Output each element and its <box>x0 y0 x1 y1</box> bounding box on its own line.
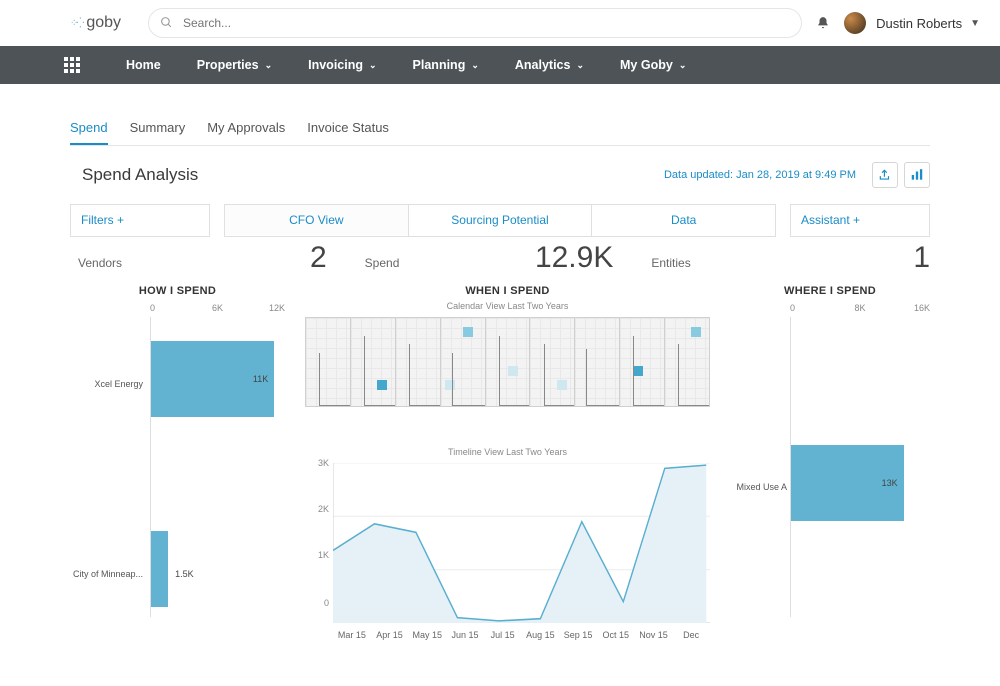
bar-minneap[interactable] <box>151 531 168 607</box>
timeline-title: Timeline View Last Two Years <box>305 447 710 457</box>
where-spend-panel: WHERE I SPEND 08K16K Mixed Use A 13K <box>730 285 930 643</box>
stat-vendors: Vendors 2 <box>70 241 357 275</box>
where-spend-bars: Mixed Use A 13K <box>790 317 930 617</box>
nav-invoicing[interactable]: Invoicing⌄ <box>290 46 394 84</box>
how-spend-axis: 06K12K <box>150 303 285 313</box>
stats-row: Vendors 2 Spend 12.9K Entities 1 <box>70 241 930 275</box>
bar-label-minneap: City of Minneap... <box>71 569 143 579</box>
chevron-down-icon: ⌄ <box>576 60 584 71</box>
view-cfo[interactable]: CFO View <box>225 205 408 236</box>
bar-chart-icon <box>910 168 924 182</box>
search-input[interactable] <box>148 8 802 38</box>
share-icon <box>878 168 892 182</box>
where-spend-chart: 08K16K Mixed Use A 13K <box>730 303 930 643</box>
nav-properties[interactable]: Properties⌄ <box>179 46 290 84</box>
bar-label-mixed: Mixed Use A <box>733 482 787 492</box>
user-name[interactable]: Dustin Roberts <box>876 16 962 31</box>
calendar-heatmap[interactable] <box>305 317 710 407</box>
nav-home[interactable]: Home <box>108 46 179 84</box>
title-row: Spend Analysis Data updated: Jan 28, 201… <box>82 162 930 188</box>
filters-button[interactable]: Filters + <box>70 204 210 237</box>
timeline-xaxis: Mar 15Apr 15May 15Jun 15Jul 15Aug 15Sep … <box>333 630 710 640</box>
chevron-down-icon: ⌄ <box>679 60 687 71</box>
when-spend-panel: WHEN I SPEND Calendar View Last Two Year… <box>305 285 710 643</box>
bar-minneap-value: 1.5K <box>175 569 194 579</box>
how-spend-bars: Xcel Energy 11K City of Minneap... 1.5K <box>150 317 285 617</box>
share-button[interactable] <box>872 162 898 188</box>
search-wrapper <box>148 8 802 38</box>
when-spend-subtitle: Calendar View Last Two Years <box>305 301 710 311</box>
how-spend-panel: HOW I SPEND 06K12K Xcel Energy 11K City … <box>70 285 285 643</box>
page-title: Spend Analysis <box>82 165 198 185</box>
toolbar: Filters + CFO View Sourcing Potential Da… <box>70 204 930 237</box>
brand-name: goby <box>86 14 121 32</box>
how-spend-chart: 06K12K Xcel Energy 11K City of Minneap..… <box>70 303 285 643</box>
tab-summary[interactable]: Summary <box>130 114 186 145</box>
tab-approvals[interactable]: My Approvals <box>207 114 285 145</box>
tab-invoice-status[interactable]: Invoice Status <box>307 114 389 145</box>
view-tabs: CFO View Sourcing Potential Data <box>224 204 776 237</box>
view-data[interactable]: Data <box>591 205 775 236</box>
search-icon <box>160 16 173 29</box>
timeline-svg[interactable] <box>333 463 710 623</box>
when-spend-title: WHEN I SPEND <box>305 285 710 297</box>
tab-spend[interactable]: Spend <box>70 114 108 145</box>
stat-spend: Spend 12.9K <box>357 241 644 275</box>
user-menu-chevron-icon[interactable]: ▼ <box>970 18 980 29</box>
nav-mygoby[interactable]: My Goby⌄ <box>602 46 704 84</box>
charts-row: HOW I SPEND 06K12K Xcel Energy 11K City … <box>70 285 930 643</box>
avatar[interactable] <box>844 12 866 34</box>
where-spend-title: WHERE I SPEND <box>730 285 930 297</box>
navbar: Home Properties⌄ Invoicing⌄ Planning⌄ An… <box>0 46 1000 84</box>
where-spend-axis: 08K16K <box>790 303 930 313</box>
apps-grid-icon[interactable] <box>64 57 80 73</box>
bar-xcel[interactable]: 11K <box>151 341 274 417</box>
chart-button[interactable] <box>904 162 930 188</box>
view-sourcing[interactable]: Sourcing Potential <box>408 205 592 236</box>
timeline-yaxis: 3K 2K 1K 0 <box>305 463 333 603</box>
page-content: Spend Summary My Approvals Invoice Statu… <box>0 84 1000 663</box>
page-tabs: Spend Summary My Approvals Invoice Statu… <box>70 114 930 146</box>
assistant-button[interactable]: Assistant + <box>790 204 930 237</box>
brand-logo: ⁘⁛ goby <box>70 14 130 32</box>
logo-dots-icon: ⁘⁛ <box>70 18 82 29</box>
nav-analytics[interactable]: Analytics⌄ <box>497 46 602 84</box>
data-updated: Data updated: Jan 28, 2019 at 9:49 PM <box>664 169 856 181</box>
bar-label-xcel: Xcel Energy <box>71 379 143 389</box>
stat-entities: Entities 1 <box>643 241 930 275</box>
chevron-down-icon: ⌄ <box>471 60 479 71</box>
chevron-down-icon: ⌄ <box>369 60 377 71</box>
nav-planning[interactable]: Planning⌄ <box>395 46 497 84</box>
bell-icon[interactable] <box>816 16 830 30</box>
chevron-down-icon: ⌄ <box>265 60 273 71</box>
bar-mixed[interactable]: 13K <box>791 445 904 521</box>
topbar: ⁘⁛ goby Dustin Roberts ▼ <box>0 0 1000 46</box>
how-spend-title: HOW I SPEND <box>70 285 285 297</box>
timeline-chart: Timeline View Last Two Years 3K 2K 1K 0 <box>305 447 710 640</box>
